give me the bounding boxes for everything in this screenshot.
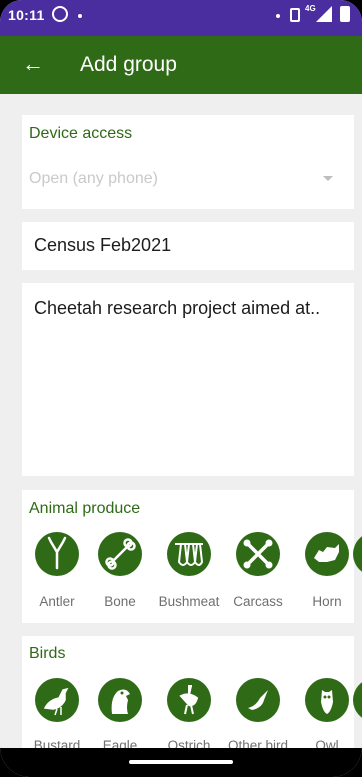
bone-icon [98,532,142,576]
app-bar: ← Add group [0,36,362,94]
birds-card: Birds Bustard Eagle Ostrich Other bird O… [22,636,362,756]
signal-icon [316,6,332,22]
arrow-left-icon: ← [22,51,44,76]
notification-dot-icon [276,14,280,18]
antler-icon [35,532,79,576]
animal-produce-list[interactable]: Antler Bone Bushmeat Carcass Horn [22,530,362,620]
description-field[interactable]: Cheetah research project aimed at.. [22,283,354,476]
birds-label: Birds [29,645,66,662]
network-type: 4G [305,4,316,13]
device-access-select[interactable]: Open (any phone) [29,170,341,194]
partial-bird-icon [353,678,362,722]
notification-dot-icon [78,14,82,18]
description-input[interactable]: Cheetah research project aimed at.. [34,297,349,319]
partial-produce-icon [353,532,362,576]
device-access-label: Device access [29,125,133,142]
produce-item-label: Bushmeat [158,594,220,609]
produce-item-carcass[interactable]: Carcass [223,530,293,618]
home-gesture-handle[interactable] [129,760,233,764]
eagle-icon [98,678,142,722]
device-access-card: Device access Open (any phone) [22,115,354,209]
page-title: Add group [80,53,177,76]
bushmeat-icon [167,532,211,576]
animal-produce-card: Animal produce Antler Bone Bushmeat Carc… [22,490,362,623]
status-time: 10:11 [8,7,45,23]
navigation-bar [0,748,362,777]
group-name-field[interactable]: Census Feb2021 [22,222,354,270]
animal-produce-label: Animal produce [29,500,141,517]
battery-icon [340,6,350,22]
produce-item-bushmeat[interactable]: Bushmeat [154,530,224,618]
phone-screen: 10:11 4G ← Add group Device access Open … [0,0,362,777]
bustard-icon [35,678,79,722]
vibrate-icon [290,8,300,22]
back-button[interactable]: ← [22,49,50,79]
device-access-value: Open (any phone) [29,170,158,187]
whatsapp-icon [52,6,68,22]
dropdown-arrow-icon [323,176,333,181]
produce-item-label: Bone [104,594,136,609]
group-name-input[interactable]: Census Feb2021 [34,235,171,256]
produce-item-bone[interactable]: Bone [85,530,155,618]
carcass-icon [236,532,280,576]
produce-item-partial[interactable] [340,530,362,618]
ostrich-icon [167,678,211,722]
produce-item-label: Carcass [233,594,283,609]
status-bar: 10:11 4G [0,0,362,36]
other-bird-icon [236,678,280,722]
